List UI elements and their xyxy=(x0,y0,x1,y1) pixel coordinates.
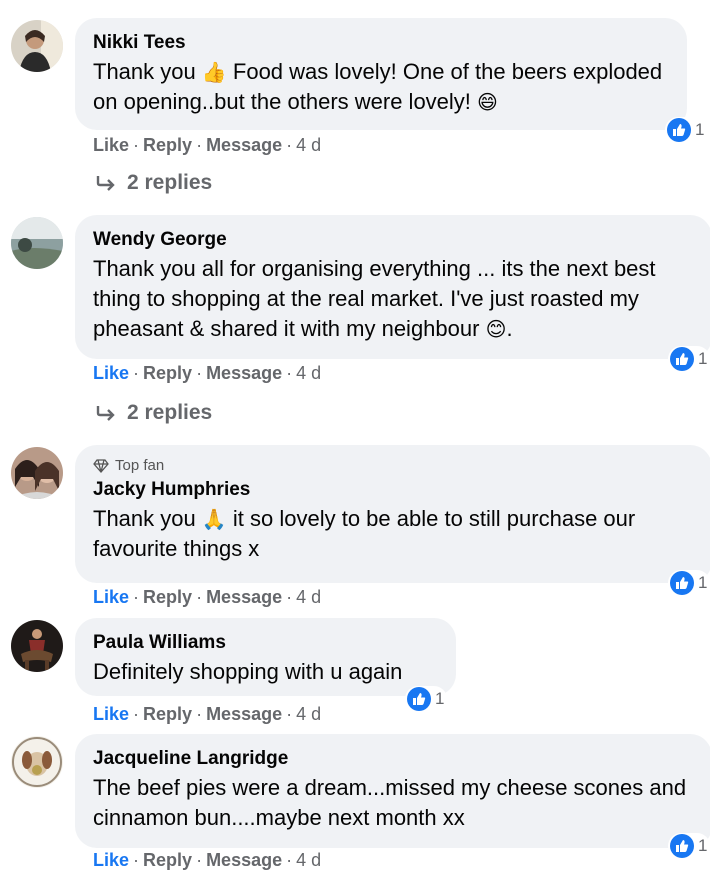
replies-label: 2 replies xyxy=(127,171,213,194)
timestamp[interactable]: 4 d xyxy=(296,850,321,870)
timestamp[interactable]: 4 d xyxy=(296,704,321,724)
view-replies-button[interactable]: 2 replies xyxy=(95,171,212,195)
message-link[interactable]: Message xyxy=(206,704,282,724)
reaction-count[interactable]: 1 xyxy=(665,117,708,143)
like-link[interactable]: Like xyxy=(93,135,129,155)
separator-dot: · xyxy=(286,363,293,383)
reply-link[interactable]: Reply xyxy=(143,850,192,870)
reply-link[interactable]: Reply xyxy=(143,704,192,724)
comment-bubble: Nikki Tees Thank you 👍 Food was lovely! … xyxy=(75,18,687,130)
comment-author[interactable]: Nikki Tees xyxy=(93,32,669,54)
separator-dot: · xyxy=(196,135,203,155)
comment-text-part: Definitely shopping with u again xyxy=(93,659,403,684)
like-link[interactable]: Like xyxy=(93,363,129,383)
comment-author[interactable]: Jacqueline Langridge xyxy=(93,748,694,770)
reaction-number: 1 xyxy=(695,120,705,139)
reaction-count[interactable]: 1 xyxy=(668,570,710,596)
comment-author[interactable]: Wendy George xyxy=(93,229,694,251)
comment-bubble: Paula Williams Definitely shopping with … xyxy=(75,618,456,696)
comment-text-part: The beef pies were a dream...missed my c… xyxy=(93,775,687,830)
message-link[interactable]: Message xyxy=(206,135,282,155)
thumbs-up-reaction-icon xyxy=(667,118,691,142)
message-link[interactable]: Message xyxy=(206,850,282,870)
comment-text: Thank you 👍 Food was lovely! One of the … xyxy=(93,57,669,117)
reaction-count[interactable]: 1 xyxy=(668,346,710,372)
comment-author[interactable]: Paula Williams xyxy=(93,632,438,654)
reaction-count[interactable]: 1 xyxy=(668,833,710,859)
thumbs-up-reaction-icon xyxy=(670,834,694,858)
replies-label: 2 replies xyxy=(127,401,213,424)
reaction-number: 1 xyxy=(698,836,708,855)
separator-dot: · xyxy=(196,850,203,870)
comment-text: Thank you all for organising everything … xyxy=(93,254,694,344)
thumbs-up-reaction-icon xyxy=(670,571,694,595)
comment-text-part: Thank you xyxy=(93,506,196,531)
separator-dot: · xyxy=(196,363,203,383)
top-fan-label: Top fan xyxy=(115,457,165,474)
reaction-number: 1 xyxy=(698,573,708,592)
avatar[interactable] xyxy=(11,736,63,788)
folded-hands-emoji: 🙏 xyxy=(201,507,227,531)
comment-actions: Like · Reply · Message · 4 d xyxy=(93,362,321,384)
avatar[interactable] xyxy=(11,217,63,269)
thumbs-up-reaction-icon xyxy=(670,347,694,371)
separator-dot: · xyxy=(286,850,293,870)
comment-author[interactable]: Jacky Humphries xyxy=(93,479,694,501)
comment-actions: Like · Reply · Message · 4 d xyxy=(93,703,321,725)
separator-dot: · xyxy=(286,704,293,724)
comment-text-part: Thank you xyxy=(93,59,196,84)
message-link[interactable]: Message xyxy=(206,587,282,607)
separator-dot: · xyxy=(286,587,293,607)
separator-dot: · xyxy=(196,587,203,607)
avatar[interactable] xyxy=(11,20,63,72)
smile-emoji: 😊 xyxy=(485,317,507,341)
separator-dot: · xyxy=(286,135,293,155)
reaction-number: 1 xyxy=(698,349,708,368)
timestamp[interactable]: 4 d xyxy=(296,587,321,607)
reaction-number: 1 xyxy=(435,689,445,708)
reply-arrow-icon xyxy=(96,406,115,421)
reply-link[interactable]: Reply xyxy=(143,135,192,155)
grin-emoji: 😄 xyxy=(477,90,498,114)
like-link[interactable]: Like xyxy=(93,704,129,724)
top-fan-diamond-icon xyxy=(93,459,109,473)
reply-arrow-icon xyxy=(96,176,115,191)
like-link[interactable]: Like xyxy=(93,587,129,607)
reply-link[interactable]: Reply xyxy=(143,363,192,383)
timestamp[interactable]: 4 d xyxy=(296,135,321,155)
separator-dot: · xyxy=(133,850,140,870)
thumbs-up-reaction-icon xyxy=(407,687,431,711)
separator-dot: · xyxy=(133,704,140,724)
comment-text: The beef pies were a dream...missed my c… xyxy=(93,773,694,833)
avatar[interactable] xyxy=(11,447,63,499)
comment-actions: Like · Reply · Message · 4 d xyxy=(93,586,321,608)
avatar[interactable] xyxy=(11,620,63,672)
comment-actions: Like · Reply · Message · 4 d xyxy=(93,134,321,156)
comment-bubble: Wendy George Thank you all for organisin… xyxy=(75,215,710,359)
separator-dot: · xyxy=(196,704,203,724)
top-fan-badge: Top fan xyxy=(93,457,694,475)
separator-dot: · xyxy=(133,135,140,155)
reaction-count[interactable]: 1 xyxy=(405,686,448,712)
timestamp[interactable]: 4 d xyxy=(296,363,321,383)
message-link[interactable]: Message xyxy=(206,363,282,383)
comment-bubble: Jacqueline Langridge The beef pies were … xyxy=(75,734,710,848)
comment-text-part: Thank you all for organising everything … xyxy=(93,256,656,341)
comment-text-part: . xyxy=(506,316,513,341)
like-link[interactable]: Like xyxy=(93,850,129,870)
comment-text: Thank you 🙏 it so lovely to be able to s… xyxy=(93,504,694,564)
reply-link[interactable]: Reply xyxy=(143,587,192,607)
comment-text: Definitely shopping with u again xyxy=(93,657,438,687)
thumbs-up-emoji: 👍 xyxy=(201,60,227,84)
separator-dot: · xyxy=(133,587,140,607)
comment-bubble: Top fan Jacky Humphries Thank you 🙏 it s… xyxy=(75,445,710,583)
view-replies-button[interactable]: 2 replies xyxy=(95,401,212,425)
separator-dot: · xyxy=(133,363,140,383)
